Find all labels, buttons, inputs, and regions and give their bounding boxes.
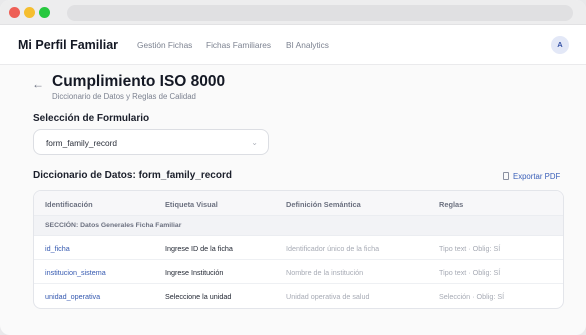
table-row[interactable]: institucion_sistema Ingrese Institución …: [34, 260, 563, 284]
column-header-etiqueta: Etiqueta Visual: [165, 200, 218, 209]
minimize-window-button[interactable]: [24, 7, 35, 18]
app-window: Mi Perfil Familiar Gestión Fichas Fichas…: [0, 0, 586, 335]
field-rules: Selección · Oblig: SÍ: [439, 292, 505, 301]
document-icon: [503, 172, 509, 180]
form-select-dropdown[interactable]: form_family_record ⌄: [33, 129, 269, 155]
export-pdf-label: Exportar PDF: [513, 172, 561, 181]
field-id[interactable]: unidad_operativa: [45, 292, 100, 301]
page-subtitle: Diccionario de Datos y Reglas de Calidad: [52, 92, 196, 101]
field-id[interactable]: institucion_sistema: [45, 268, 106, 277]
table-row[interactable]: unidad_operativa Seleccione la unidad Un…: [34, 284, 563, 308]
field-label: Seleccione la unidad: [165, 292, 232, 301]
export-pdf-button[interactable]: Exportar PDF: [503, 172, 560, 181]
field-definition: Identificador único de la ficha: [286, 244, 380, 253]
section-label: SECCIÓN: Datos Generales Ficha Familiar: [45, 222, 182, 229]
data-dictionary-table: Identificación Etiqueta Visual Definició…: [33, 190, 564, 309]
column-header-definicion: Definición Semántica: [286, 200, 361, 209]
table-row[interactable]: id_ficha Ingrese ID de la ficha Identifi…: [34, 236, 563, 260]
table-header: Identificación Etiqueta Visual Definició…: [34, 191, 563, 216]
nav-link-fichas-familiares[interactable]: Fichas Familiares: [206, 40, 271, 50]
arrow-left-icon[interactable]: ←: [32, 77, 44, 91]
nav-link-bi-analytics[interactable]: BI Analytics: [286, 40, 329, 50]
column-header-reglas: Reglas: [439, 200, 464, 209]
close-window-button[interactable]: [9, 7, 20, 18]
field-label: Ingrese ID de la ficha: [165, 244, 233, 253]
page-title: Cumplimiento ISO 8000: [52, 73, 226, 90]
column-header-identificacion: Identificación: [45, 200, 93, 209]
nav-link-gestion-fichas[interactable]: Gestión Fichas: [137, 40, 192, 50]
field-rules: Tipo text · Oblig: SÍ: [439, 268, 501, 277]
field-id[interactable]: id_ficha: [45, 244, 70, 253]
chevron-down-icon: ⌄: [251, 138, 258, 147]
top-navbar: Mi Perfil Familiar Gestión Fichas Fichas…: [0, 25, 586, 65]
field-definition: Nombre de la institución: [286, 268, 364, 277]
brand-logo[interactable]: Mi Perfil Familiar: [18, 38, 118, 52]
maximize-window-button[interactable]: [39, 7, 50, 18]
field-rules: Tipo text · Oblig: SÍ: [439, 244, 501, 253]
form-select-label: Selección de Formulario: [33, 113, 150, 124]
browser-titlebar: [0, 0, 586, 25]
table-section-row: SECCIÓN: Datos Generales Ficha Familiar: [34, 216, 563, 236]
field-definition: Unidad operativa de salud: [286, 292, 370, 301]
form-select-value: form_family_record: [46, 138, 118, 148]
field-label: Ingrese Institución: [165, 268, 224, 277]
dictionary-title: Diccionario de Datos: form_family_record: [33, 170, 232, 181]
address-bar[interactable]: [67, 5, 573, 21]
user-avatar[interactable]: A: [551, 36, 569, 54]
